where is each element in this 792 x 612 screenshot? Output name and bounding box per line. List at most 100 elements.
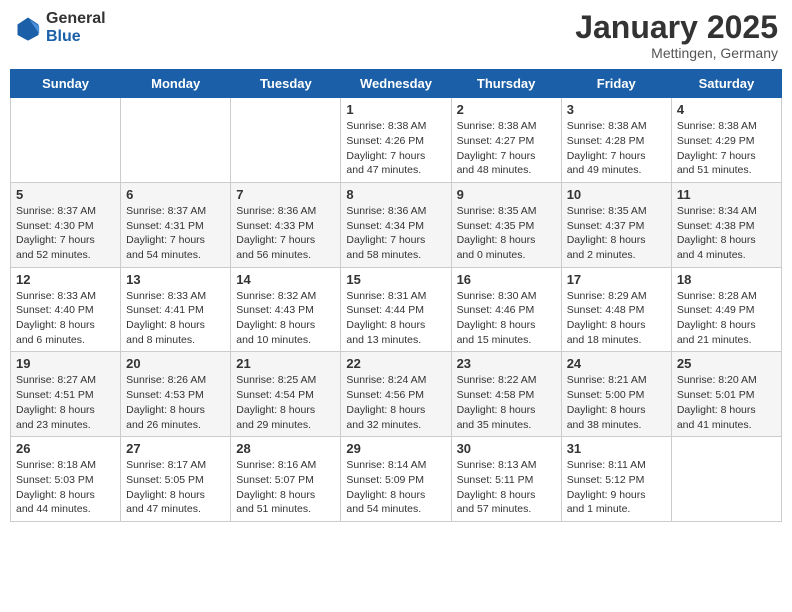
day-info: Sunrise: 8:13 AMSunset: 5:11 PMDaylight:…: [457, 458, 556, 517]
day-cell: 8 Sunrise: 8:36 AMSunset: 4:34 PMDaylight…: [341, 182, 451, 267]
day-number: 5: [16, 187, 115, 202]
logo: General Blue: [14, 10, 106, 46]
day-info: Sunrise: 8:27 AMSunset: 4:51 PMDaylight:…: [16, 373, 115, 432]
day-number: 23: [457, 356, 556, 371]
day-info: Sunrise: 8:26 AMSunset: 4:53 PMDaylight:…: [126, 373, 225, 432]
day-info: Sunrise: 8:16 AMSunset: 5:07 PMDaylight:…: [236, 458, 335, 517]
day-cell: 3Sunrise: 8:38 AMSunset: 4:28 PMDaylight…: [561, 98, 671, 183]
weekday-header-wednesday: Wednesday: [341, 70, 451, 98]
day-number: 27: [126, 441, 225, 456]
day-cell: 5Sunrise: 8:37 AMSunset: 4:30 PMDaylight…: [11, 182, 121, 267]
day-cell: [231, 98, 341, 183]
day-number: 22: [346, 356, 445, 371]
day-number: 29: [346, 441, 445, 456]
day-cell: 12 Sunrise: 8:33 AMSunset: 4:40 PMDayligh…: [11, 267, 121, 352]
day-info: Sunrise: 8:35 AMSunset: 4:35 PMDaylight:…: [457, 204, 556, 263]
weekday-header-saturday: Saturday: [671, 70, 781, 98]
day-info: Sunrise: 8:11 AMSunset: 5:12 PMDaylight:…: [567, 458, 666, 517]
day-number: 2: [457, 102, 556, 117]
weekday-header-tuesday: Tuesday: [231, 70, 341, 98]
day-cell: 15Sunrise: 8:31 AMSunset: 4:44 PMDayligh…: [341, 267, 451, 352]
day-number: 18: [677, 272, 776, 287]
day-cell: [671, 437, 781, 522]
day-number: 10: [567, 187, 666, 202]
day-cell: 7 Sunrise: 8:36 AMSunset: 4:33 PMDaylight…: [231, 182, 341, 267]
day-cell: 16 Sunrise: 8:30 AMSunset: 4:46 PMDayligh…: [451, 267, 561, 352]
day-cell: [11, 98, 121, 183]
day-cell: 27 Sunrise: 8:17 AMSunset: 5:05 PMDayligh…: [121, 437, 231, 522]
day-number: 9: [457, 187, 556, 202]
day-info: Sunrise: 8:33 AMSunset: 4:40 PMDaylight:…: [16, 289, 115, 348]
day-cell: 28Sunrise: 8:16 AMSunset: 5:07 PMDayligh…: [231, 437, 341, 522]
day-info: Sunrise: 8:17 AMSunset: 5:05 PMDaylight:…: [126, 458, 225, 517]
day-cell: 1 Sunrise: 8:38 AMSunset: 4:26 PMDaylight…: [341, 98, 451, 183]
day-cell: 24 Sunrise: 8:21 AMSunset: 5:00 PMDayligh…: [561, 352, 671, 437]
day-info: Sunrise: 8:14 AMSunset: 5:09 PMDaylight:…: [346, 458, 445, 517]
day-number: 17: [567, 272, 666, 287]
day-number: 11: [677, 187, 776, 202]
day-info: Sunrise: 8:37 AMSunset: 4:31 PMDaylight:…: [126, 204, 225, 263]
weekday-header-thursday: Thursday: [451, 70, 561, 98]
logo-line2: Blue: [46, 28, 106, 46]
day-cell: 11 Sunrise: 8:34 AMSunset: 4:38 PMDayligh…: [671, 182, 781, 267]
logo-icon: [14, 14, 42, 42]
month-title: January 2025: [575, 10, 778, 45]
day-info: Sunrise: 8:25 AMSunset: 4:54 PMDaylight:…: [236, 373, 335, 432]
logo-line1: General: [46, 10, 106, 28]
day-info: Sunrise: 8:31 AMSunset: 4:44 PMDaylight:…: [346, 289, 445, 348]
week-row-5: 26Sunrise: 8:18 AMSunset: 5:03 PMDayligh…: [11, 437, 782, 522]
week-row-3: 12 Sunrise: 8:33 AMSunset: 4:40 PMDayligh…: [11, 267, 782, 352]
weekday-header-sunday: Sunday: [11, 70, 121, 98]
day-cell: 19 Sunrise: 8:27 AMSunset: 4:51 PMDayligh…: [11, 352, 121, 437]
day-number: 8: [346, 187, 445, 202]
day-cell: 13 Sunrise: 8:33 AMSunset: 4:41 PMDayligh…: [121, 267, 231, 352]
day-info: Sunrise: 8:38 AMSunset: 4:29 PMDaylight:…: [677, 119, 776, 178]
day-info: Sunrise: 8:34 AMSunset: 4:38 PMDaylight:…: [677, 204, 776, 263]
calendar: SundayMondayTuesdayWednesdayThursdayFrid…: [10, 69, 782, 522]
day-cell: 9 Sunrise: 8:35 AMSunset: 4:35 PMDaylight…: [451, 182, 561, 267]
day-number: 16: [457, 272, 556, 287]
day-info: Sunrise: 8:32 AMSunset: 4:43 PMDaylight:…: [236, 289, 335, 348]
day-number: 4: [677, 102, 776, 117]
week-row-1: 1 Sunrise: 8:38 AMSunset: 4:26 PMDaylight…: [11, 98, 782, 183]
day-number: 30: [457, 441, 556, 456]
day-number: 31: [567, 441, 666, 456]
day-number: 7: [236, 187, 335, 202]
day-info: Sunrise: 8:36 AMSunset: 4:33 PMDaylight:…: [236, 204, 335, 263]
day-number: 1: [346, 102, 445, 117]
day-cell: 22 Sunrise: 8:24 AMSunset: 4:56 PMDayligh…: [341, 352, 451, 437]
day-info: Sunrise: 8:30 AMSunset: 4:46 PMDaylight:…: [457, 289, 556, 348]
week-row-2: 5Sunrise: 8:37 AMSunset: 4:30 PMDaylight…: [11, 182, 782, 267]
day-number: 20: [126, 356, 225, 371]
page-header: General Blue January 2025 Mettingen, Ger…: [10, 10, 782, 61]
day-number: 19: [16, 356, 115, 371]
day-number: 14: [236, 272, 335, 287]
day-number: 12: [16, 272, 115, 287]
day-cell: 26Sunrise: 8:18 AMSunset: 5:03 PMDayligh…: [11, 437, 121, 522]
day-info: Sunrise: 8:33 AMSunset: 4:41 PMDaylight:…: [126, 289, 225, 348]
day-info: Sunrise: 8:35 AMSunset: 4:37 PMDaylight:…: [567, 204, 666, 263]
day-cell: 31 Sunrise: 8:11 AMSunset: 5:12 PMDayligh…: [561, 437, 671, 522]
day-cell: 6 Sunrise: 8:37 AMSunset: 4:31 PMDaylight…: [121, 182, 231, 267]
day-info: Sunrise: 8:22 AMSunset: 4:58 PMDaylight:…: [457, 373, 556, 432]
day-cell: 30 Sunrise: 8:13 AMSunset: 5:11 PMDayligh…: [451, 437, 561, 522]
day-number: 24: [567, 356, 666, 371]
day-cell: 17Sunrise: 8:29 AMSunset: 4:48 PMDayligh…: [561, 267, 671, 352]
day-cell: 21Sunrise: 8:25 AMSunset: 4:54 PMDayligh…: [231, 352, 341, 437]
day-info: Sunrise: 8:36 AMSunset: 4:34 PMDaylight:…: [346, 204, 445, 263]
day-info: Sunrise: 8:38 AMSunset: 4:26 PMDaylight:…: [346, 119, 445, 178]
day-info: Sunrise: 8:28 AMSunset: 4:49 PMDaylight:…: [677, 289, 776, 348]
day-cell: 2Sunrise: 8:38 AMSunset: 4:27 PMDaylight…: [451, 98, 561, 183]
title-block: January 2025 Mettingen, Germany: [575, 10, 778, 61]
day-cell: 20 Sunrise: 8:26 AMSunset: 4:53 PMDayligh…: [121, 352, 231, 437]
day-number: 6: [126, 187, 225, 202]
day-info: Sunrise: 8:18 AMSunset: 5:03 PMDaylight:…: [16, 458, 115, 517]
week-row-4: 19 Sunrise: 8:27 AMSunset: 4:51 PMDayligh…: [11, 352, 782, 437]
weekday-header-friday: Friday: [561, 70, 671, 98]
day-cell: [121, 98, 231, 183]
day-info: Sunrise: 8:21 AMSunset: 5:00 PMDaylight:…: [567, 373, 666, 432]
day-number: 13: [126, 272, 225, 287]
day-info: Sunrise: 8:24 AMSunset: 4:56 PMDaylight:…: [346, 373, 445, 432]
day-cell: 14 Sunrise: 8:32 AMSunset: 4:43 PMDayligh…: [231, 267, 341, 352]
location: Mettingen, Germany: [575, 45, 778, 61]
